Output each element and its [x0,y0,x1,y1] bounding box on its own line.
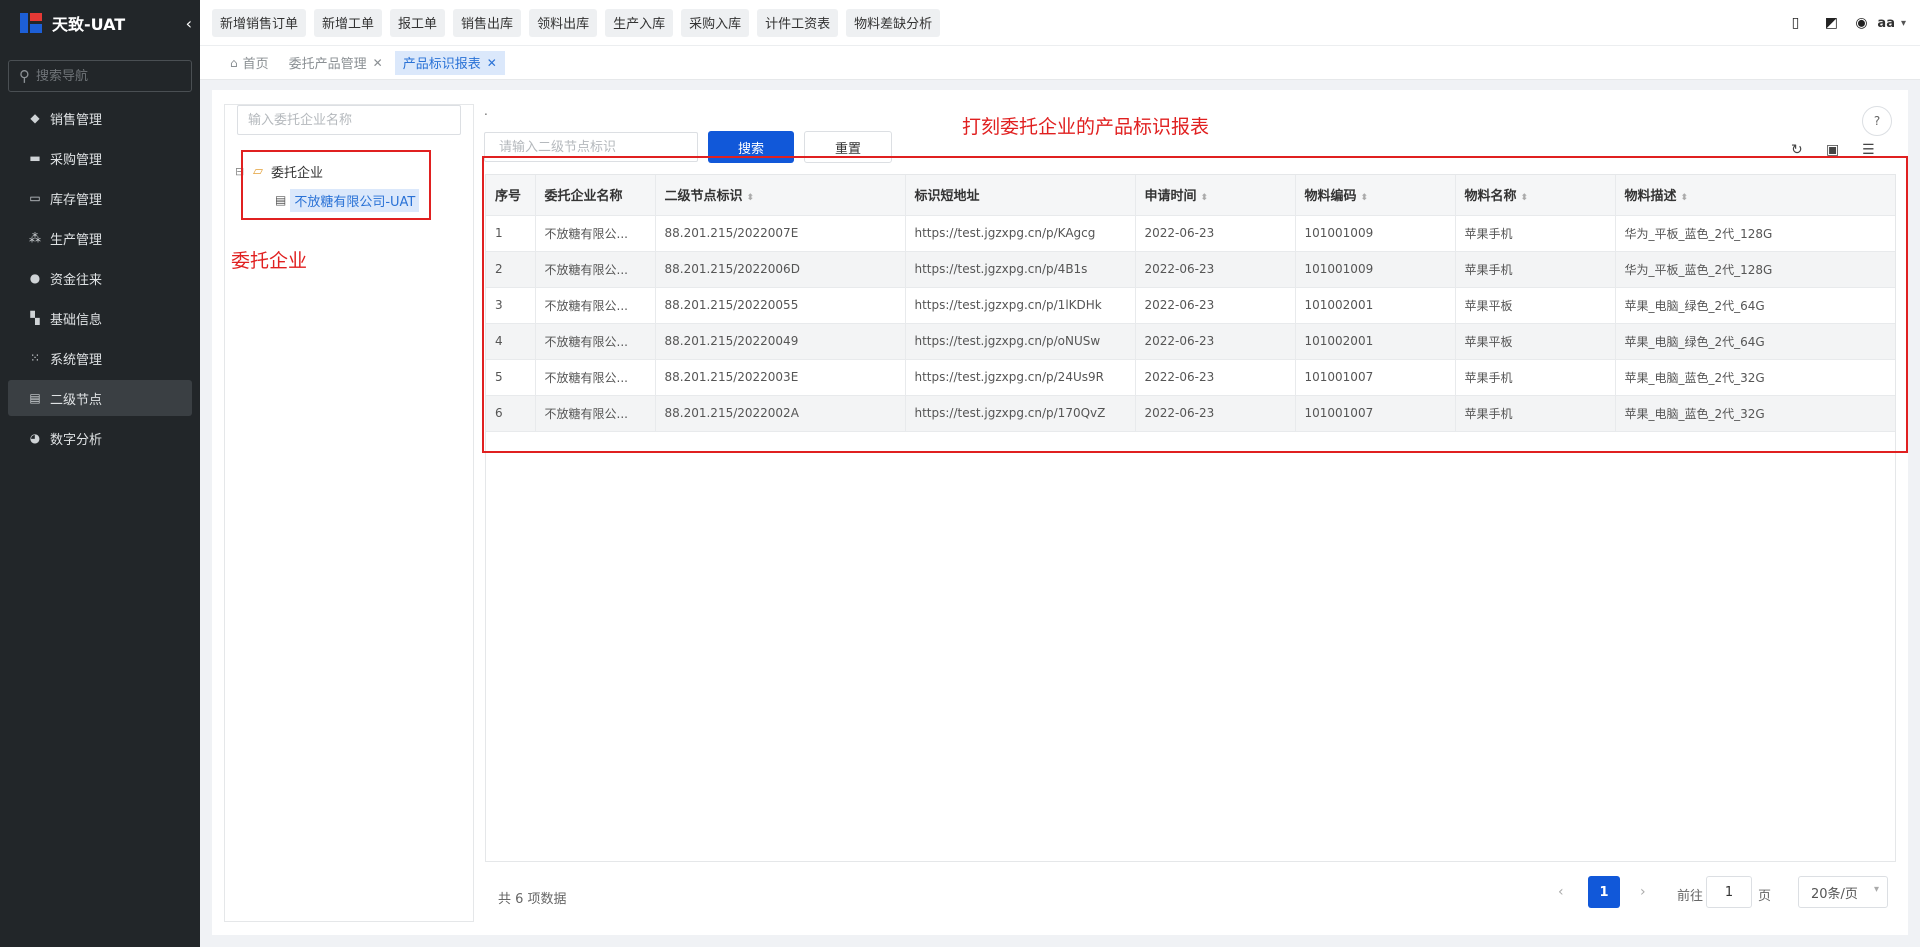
help-icon[interactable]: ? [1862,106,1892,136]
apps-icon: ⁙ [29,351,41,365]
current-page-button[interactable]: 1 [1588,876,1620,908]
top-bar: 新增销售订单 新增工单 报工单 销售出库 领料出库 生产入库 采购入库 计件工资… [200,0,1920,46]
sidebar-item-secondary-node[interactable]: ▤ 二级节点 [8,380,192,416]
sidebar-item-label: 库存管理 [50,192,103,208]
document-icon: ▤ [29,391,41,405]
money-icon: ● [29,271,41,285]
sidebar-item-basic-info[interactable]: ▚ 基础信息 [8,300,192,336]
quick-work-report-button[interactable]: 报工单 [390,8,446,37]
quick-new-work-order-button[interactable]: 新增工单 [314,8,383,37]
tag-icon: ◆ [30,111,40,125]
tree-search-input[interactable] [237,105,461,135]
table-highlight-box [482,156,1908,453]
tab-bar: ⌂ 首页 委托产品管理 ✕ 产品标识报表 ✕ [200,46,1920,80]
sidebar-item-sales[interactable]: ◆ 销售管理 [8,100,192,136]
quick-piece-wage-button[interactable]: 计件工资表 [757,8,839,37]
toolbar-dot: . [484,104,488,118]
tab-label: 产品标识报表 [402,57,481,72]
factory-icon: ⁂ [29,231,41,245]
chevron-down-icon: ▾ [1873,884,1879,895]
sidebar-item-label: 二级节点 [50,392,103,408]
prev-page-icon[interactable]: ‹ [1558,884,1564,900]
goto-unit: 页 [1758,889,1772,904]
goto-label: 前往 [1677,889,1704,904]
quick-material-shortage-button[interactable]: 物料差缺分析 [846,8,941,37]
sidebar-item-production[interactable]: ⁂ 生产管理 [8,220,192,256]
sidebar-item-label: 资金往来 [50,272,103,288]
app-title: 天致-UAT [52,15,126,34]
page-size-value: 20条/页 [1811,886,1858,902]
next-page-icon[interactable]: › [1640,884,1646,900]
sidebar-item-label: 生产管理 [50,232,103,248]
warehouse-icon: ▭ [29,191,41,205]
app-logo [20,11,44,35]
search-icon: ⚲ [19,67,30,85]
sidebar-item-inventory[interactable]: ▭ 库存管理 [8,180,192,216]
sidebar-item-purchase[interactable]: ▬ 采购管理 [8,140,192,176]
tab-home[interactable]: ⌂ 首页 [222,51,277,75]
sidebar-item-label: 基础信息 [50,312,103,328]
quick-production-inbound-button[interactable]: 生产入库 [605,8,674,37]
grid-icon: ▚ [30,311,40,325]
tab-product-id-report[interactable]: 产品标识报表 ✕ [394,50,505,75]
quick-material-outbound-button[interactable]: 领料出库 [529,8,598,37]
chevron-left-icon[interactable]: ‹ [186,14,192,33]
sidebar-item-label: 系统管理 [50,352,103,368]
tab-label: 委托产品管理 [288,57,367,72]
brand: 天致-UAT ‹ [0,0,200,46]
table-annotation: 打刻委托企业的产品标识报表 [962,116,1210,138]
quick-new-sales-order-button[interactable]: 新增销售订单 [212,8,307,37]
tree-panel: ⊟ ▱ 委托企业 ▤ 不放糖有限公司-UAT [224,104,474,922]
sidebar-item-label: 销售管理 [50,112,103,128]
tab-entrusted-product[interactable]: 委托产品管理 ✕ [281,51,391,75]
tree-annotation: 委托企业 [231,250,308,272]
total-count: 共 6 项数据 [498,892,567,907]
goto-page-input[interactable] [1706,876,1752,908]
close-icon[interactable]: ✕ [373,56,383,70]
pie-chart-icon: ◕ [29,431,41,445]
user-name[interactable]: aa [1877,16,1895,31]
chevron-down-icon[interactable]: ▾ [1901,18,1906,29]
user-icon[interactable]: ◉ [1849,15,1873,31]
sidebar-item-label: 数字分析 [50,432,103,448]
tab-label: 首页 [242,57,269,72]
nav-search-input[interactable] [36,68,176,84]
sidebar-item-analysis[interactable]: ◕ 数字分析 [8,420,192,456]
page-size-select[interactable]: 20条/页 ▾ [1798,876,1888,908]
cart-icon: ▬ [29,151,41,165]
close-icon[interactable]: ✕ [487,56,497,70]
tree-highlight-box [241,150,431,220]
chart-icon[interactable]: ◩ [1813,15,1849,31]
main-panel: ⊟ ▱ 委托企业 ▤ 不放糖有限公司-UAT 委托企业 . 搜索 重置 打刻委托… [212,90,1908,935]
sidebar: 天致-UAT ‹ ⚲ ◆ 销售管理 ▬ 采购管理 ▭ 库存管理 ⁂ 生产管理 ●… [0,0,200,947]
mobile-icon[interactable]: ▯ [1777,15,1813,31]
sidebar-item-label: 采购管理 [50,152,103,168]
nav-search: ⚲ [8,60,192,92]
quick-sales-outbound-button[interactable]: 销售出库 [453,8,522,37]
sidebar-item-finance[interactable]: ● 资金往来 [8,260,192,296]
quick-purchase-inbound-button[interactable]: 采购入库 [681,8,750,37]
top-right-tools: ▯ ◩ ◉ aa ▾ [1777,0,1920,46]
sidebar-item-system[interactable]: ⁙ 系统管理 [8,340,192,376]
home-icon: ⌂ [230,55,238,70]
